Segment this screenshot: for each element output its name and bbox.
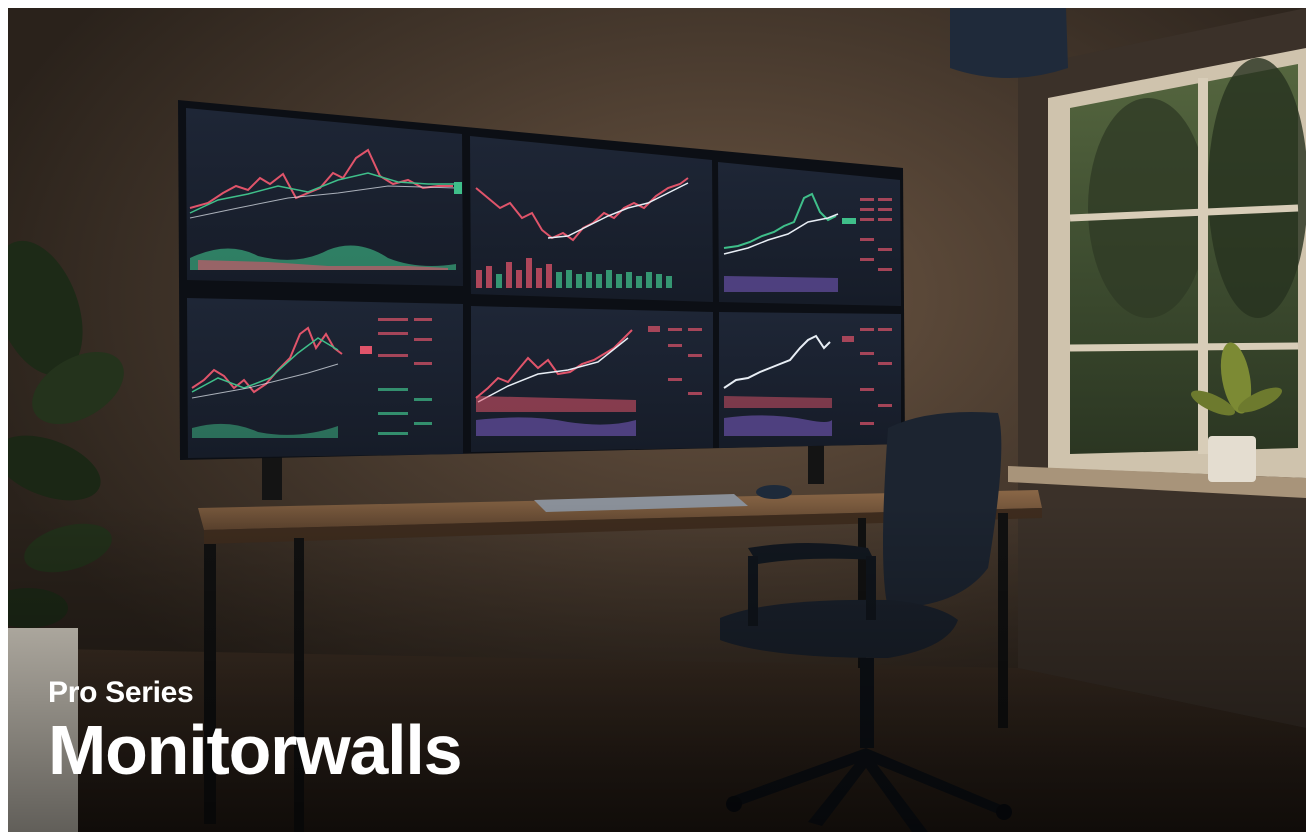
hero-title: Monitorwalls (48, 711, 463, 789)
series-label: Pro Series (48, 676, 194, 709)
hero-banner: Pro Series Monitorwalls (8, 8, 1306, 832)
hero-caption: Pro Series Monitorwalls (48, 676, 463, 789)
